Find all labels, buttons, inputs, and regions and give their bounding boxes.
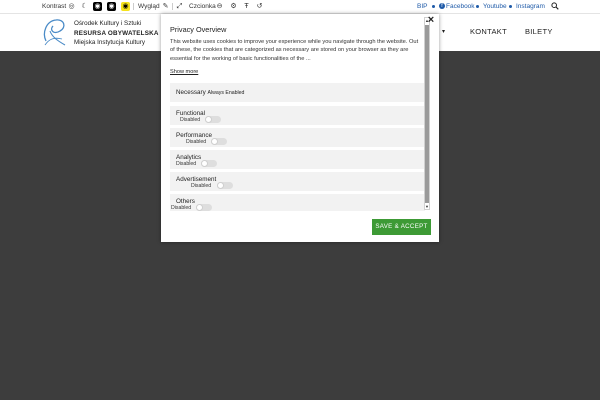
performance-toggle[interactable] [211, 138, 227, 145]
search-icon[interactable] [550, 2, 559, 11]
pen-icon[interactable]: ✎ [161, 2, 170, 11]
logo-line-2: RESURSA OBYWATELSKA [74, 29, 159, 37]
close-icon[interactable]: × [425, 14, 437, 26]
text-size-icon[interactable]: Ŧ [242, 2, 251, 11]
category-name: Others [176, 198, 195, 205]
save-accept-button[interactable]: SAVE & ACCEPT [372, 219, 431, 235]
divider [133, 3, 134, 10]
analytics-toggle[interactable] [201, 160, 217, 167]
contrast-label: Kontrast [42, 3, 67, 10]
separator-dot [509, 5, 512, 8]
toggle-knob [217, 182, 224, 189]
accessibility-toolbar: Kontrast ◎ ☾ ◉ ◉ ◉ Wygląd ✎ ⤢ Czcionka ⊖… [0, 0, 600, 13]
separator-dot [432, 5, 435, 8]
nav-item-bilety[interactable]: BILETY [525, 27, 553, 36]
category-name: Analytics [176, 154, 202, 161]
category-status: Disabled [186, 139, 207, 145]
moon-icon[interactable]: ☾ [80, 2, 89, 11]
modal-title: Privacy Overview [170, 25, 227, 34]
category-status: Always Enabled [207, 90, 245, 96]
nav-item-kontakt[interactable]: KONTAKT [470, 27, 507, 36]
modal-scroll-area[interactable]: Privacy Overview This website uses cooki… [161, 14, 431, 211]
toggle-knob [196, 204, 203, 211]
cookie-category-others[interactable]: Others Disabled [170, 194, 425, 211]
cookie-category-functional[interactable]: Functional Disabled [170, 106, 425, 125]
divider [172, 3, 173, 10]
toggle-knob [211, 138, 218, 145]
toggle-knob [205, 116, 212, 123]
toggle-knob [201, 160, 208, 167]
chevron-down-icon[interactable]: ▾ [442, 28, 445, 35]
category-name: Performance [176, 132, 213, 139]
font-label: Czcionka [189, 3, 216, 10]
modal-description: This website uses cookies to improve you… [170, 39, 419, 62]
category-status: Disabled [191, 183, 212, 189]
others-toggle[interactable] [196, 204, 212, 211]
modal-scrollbar[interactable]: ▲ ▼ [424, 17, 430, 210]
category-status: Disabled [176, 161, 197, 167]
cookie-category-analytics[interactable]: Analytics Disabled [170, 150, 425, 169]
scroll-thumb[interactable] [425, 25, 429, 203]
cookie-category-necessary[interactable]: Necessary Always Enabled [170, 83, 425, 102]
cookie-category-advertisement[interactable]: Advertisement Disabled [170, 172, 425, 191]
logo-text[interactable]: Ośrodek Kultury i Sztuki RESURSA OBYWATE… [74, 19, 159, 48]
category-status: Disabled [180, 117, 201, 123]
show-more-link[interactable]: Show more [170, 69, 198, 75]
logo-line-1: Ośrodek Kultury i Sztuki [74, 20, 142, 27]
category-name: Advertisement [176, 176, 217, 183]
scroll-down-icon[interactable]: ▼ [425, 204, 429, 209]
eye-icon[interactable]: ◉ [107, 2, 116, 11]
minus-icon[interactable]: ⊖ [215, 2, 224, 11]
facebook-icon: f [439, 3, 445, 10]
separator-dot [476, 5, 479, 8]
logo-line-3: Miejska Instytucja Kultury [74, 39, 146, 46]
functional-toggle[interactable] [205, 116, 221, 123]
logo-icon[interactable] [40, 17, 68, 49]
expand-icon[interactable]: ⤢ [175, 2, 184, 11]
appearance-label: Wygląd [138, 3, 160, 10]
category-status: Disabled [171, 205, 192, 211]
contrast-icon[interactable]: ◎ [67, 2, 76, 11]
cookie-category-performance[interactable]: Performance Disabled [170, 128, 425, 147]
facebook-label: Facebook [446, 3, 475, 10]
category-name: Functional [176, 110, 206, 117]
advertisement-toggle[interactable] [217, 182, 233, 189]
category-name: Necessary Always Enabled [176, 89, 245, 96]
gear-icon[interactable]: ⚙ [229, 2, 238, 11]
eye-icon[interactable]: ◉ [121, 2, 130, 11]
privacy-modal: Privacy Overview This website uses cooki… [161, 14, 439, 242]
youtube-link[interactable]: Youtube [483, 0, 507, 13]
facebook-link[interactable]: f Facebook [439, 0, 475, 13]
eye-icon[interactable]: ◉ [93, 2, 102, 11]
instagram-link[interactable]: Instagram [516, 0, 545, 13]
reset-icon[interactable]: ↺ [255, 2, 264, 11]
bip-link[interactable]: BIP [417, 0, 427, 13]
